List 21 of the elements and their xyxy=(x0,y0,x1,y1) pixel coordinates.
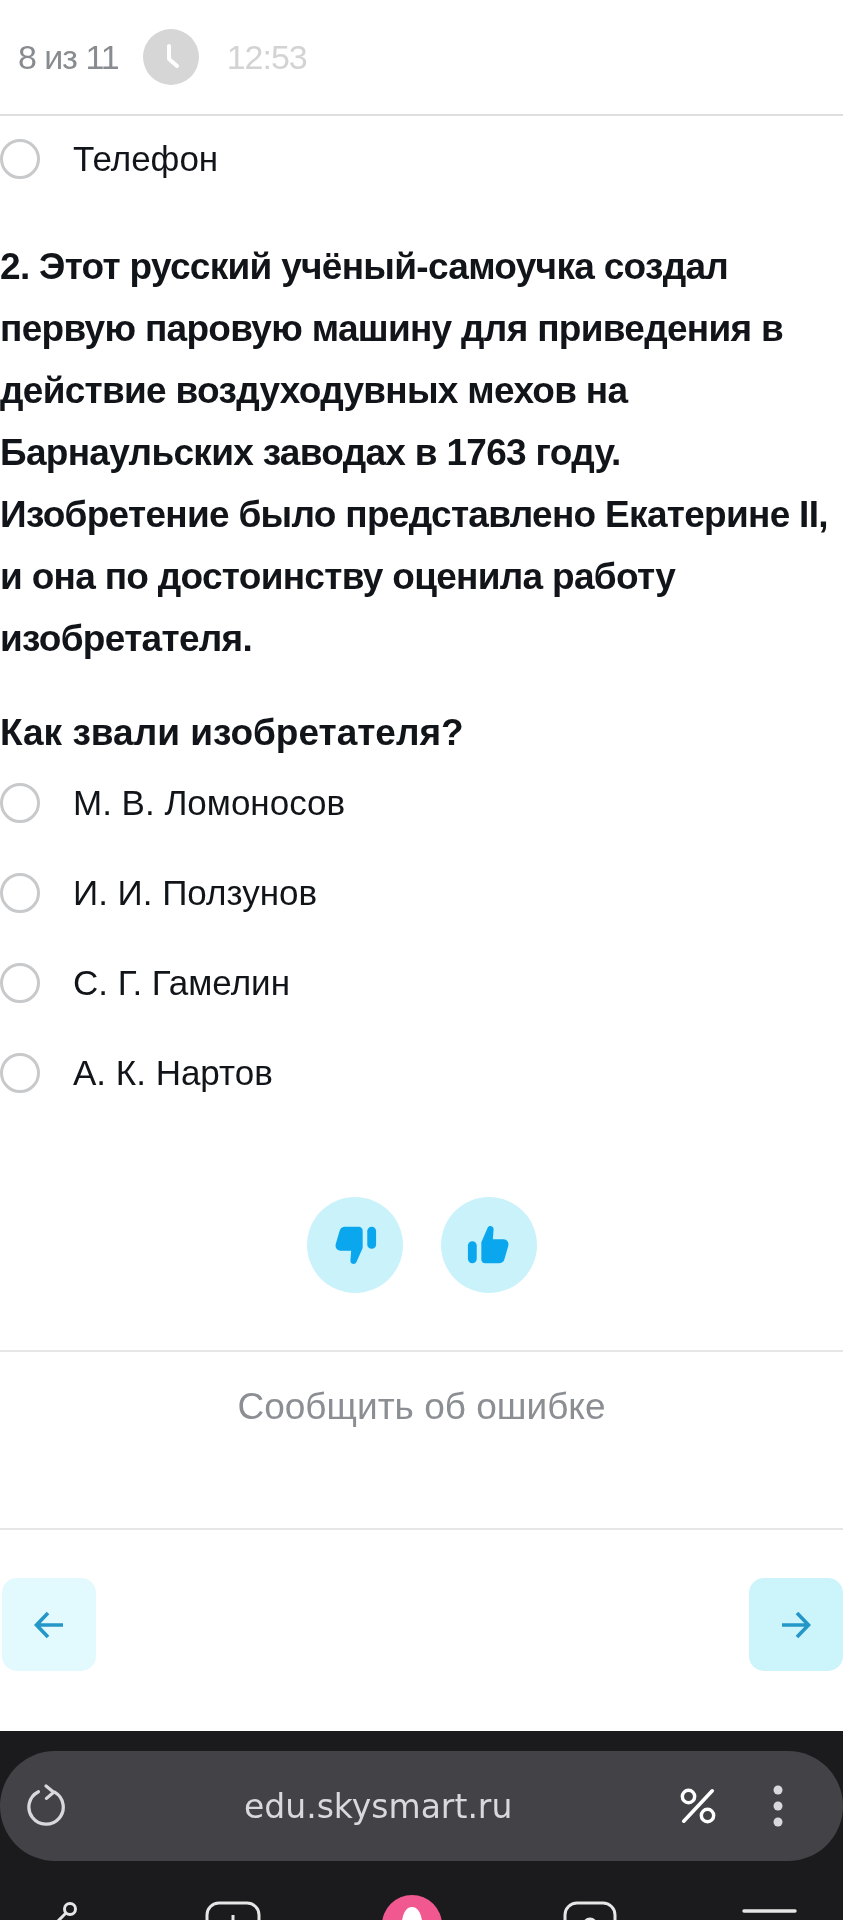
question-text: 2. Этот русский учёный-самоучка создал первую паровую машину для приведения в действие воздуходувных мехов на Барнаульских заводах в 1763 году. Изобретение было представлено Екатерине II, и она по достоинству оценила работу изобретателя. xyxy=(0,245,829,661)
radio-button[interactable] xyxy=(0,1053,40,1093)
reload-icon[interactable] xyxy=(26,1784,68,1828)
radio-button[interactable] xyxy=(0,873,40,913)
option-label[interactable]: А. К. Нартов xyxy=(73,1051,273,1095)
back-button[interactable] xyxy=(2,1578,96,1671)
question-prompt: Как звали изобретателя? xyxy=(0,711,465,755)
option-label[interactable]: С. Г. Гамелин xyxy=(73,961,290,1005)
option-label[interactable]: И. И. Ползунов xyxy=(73,871,318,915)
more-icon[interactable] xyxy=(773,1785,783,1827)
radio-button[interactable] xyxy=(0,783,40,823)
clock-icon xyxy=(142,29,199,85)
option-label[interactable]: Телефон xyxy=(73,137,219,181)
radio-button[interactable] xyxy=(0,963,40,1003)
url-text[interactable]: edu.skysmart.ru xyxy=(244,1786,513,1826)
option-label[interactable]: М. В. Ломоносов xyxy=(73,781,346,825)
circle-logo-icon[interactable] xyxy=(381,1894,443,1920)
radio-button[interactable] xyxy=(0,139,40,179)
question-counter: 8 из 11 xyxy=(18,37,119,77)
percent-icon[interactable] xyxy=(679,1787,717,1825)
next-button[interactable] xyxy=(749,1578,843,1671)
